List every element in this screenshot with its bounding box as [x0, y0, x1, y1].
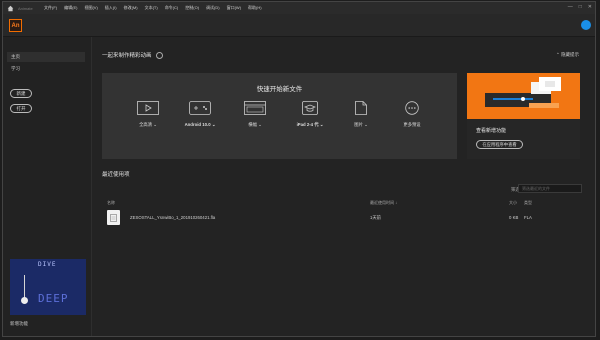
promo-stick: [24, 275, 25, 299]
menu-item-help[interactable]: 帮助(H): [248, 5, 262, 11]
preset-label: 更多预设: [403, 122, 421, 127]
menu-item-commands[interactable]: 命令(C): [165, 5, 179, 11]
preset-image[interactable]: 图片 ⌄: [341, 101, 381, 128]
promo-text-dive: DIVE: [38, 261, 57, 268]
menu-item-file[interactable]: 文件(F): [44, 5, 57, 11]
menu-item-window[interactable]: 窗口(W): [227, 5, 241, 11]
sort-down-icon: ↓: [395, 200, 398, 205]
column-header-opened-label: 最近使用时间: [370, 200, 394, 205]
menu-item-modify[interactable]: 修改(M): [124, 5, 138, 11]
close-icon[interactable]: ✕: [588, 4, 592, 10]
chevron-up-icon: ⌃: [555, 52, 560, 57]
file-size: 0 KB: [509, 215, 519, 220]
app-window: Animate 文件(F) 编辑(E) 视图(V) 插入(I) 修改(M) 文本…: [2, 1, 596, 337]
new-features-label[interactable]: 新增功能: [10, 321, 28, 327]
menu-item-debug[interactable]: 调试(D): [206, 5, 220, 11]
quickstart-title: 快速开始新文件: [256, 86, 303, 93]
app-name: Animate: [18, 5, 33, 11]
minimize-icon[interactable]: —: [568, 4, 573, 10]
chevron-down-icon: ⌄: [211, 122, 216, 127]
menu-item-view[interactable]: 视图(V): [84, 5, 97, 11]
window-controls: — □ ✕: [568, 4, 592, 10]
more-dots-icon: [392, 101, 432, 115]
preset-label: Android 10.0: [184, 122, 211, 127]
hide-tips-label: 隐藏提示: [561, 52, 579, 57]
chevron-down-icon: ⌄: [319, 122, 324, 127]
search-icon[interactable]: [581, 20, 591, 30]
new-button[interactable]: 新建: [10, 89, 32, 98]
section-title-text: 一起来制作精彩动画: [102, 53, 152, 59]
hide-tips-toggle[interactable]: ⌃ 隐藏提示: [556, 52, 579, 58]
open-button[interactable]: 打开: [10, 104, 32, 113]
home-icon[interactable]: [6, 4, 14, 12]
promo-text-deep: DEEP: [38, 292, 69, 305]
column-header-size[interactable]: 大小: [509, 200, 517, 206]
chevron-down-icon: ⌄: [364, 122, 368, 127]
menu-item-edit[interactable]: 编辑(E): [64, 5, 77, 11]
filter-input[interactable]: 筛选最近的文件: [518, 184, 582, 193]
sidebar-item-home[interactable]: 主页: [7, 52, 85, 62]
menu-item-insert[interactable]: 插入(I): [105, 5, 117, 11]
main-content: 一起来制作精彩动画 ⌃ 隐藏提示 快速开始新文件 全高清 ⌄ Android 1…: [92, 37, 595, 336]
menu-item-control[interactable]: 控制(O): [185, 5, 199, 11]
preset-label: 全高清: [139, 122, 153, 127]
recent-title: 最近使用项: [102, 172, 130, 178]
document-icon: [341, 101, 381, 115]
whats-new-title: 查看新增功能: [476, 128, 507, 134]
promo-image[interactable]: DIVE DEEP: [10, 259, 86, 315]
preset-label: 图片: [354, 122, 363, 127]
table-row[interactable]: ZESOSTALL_YsnwiBo_1_201910260421.fla 1天前…: [102, 208, 582, 228]
whats-new-card: 查看新增功能 在应用程序中查看: [467, 73, 580, 159]
maximize-icon[interactable]: □: [579, 4, 582, 10]
chevron-down-icon: ⌄: [153, 122, 157, 127]
info-icon[interactable]: [156, 52, 164, 60]
graduation-cap-icon: [290, 101, 330, 115]
view-in-app-button[interactable]: 在应用程序中查看: [476, 140, 523, 149]
preset-banner[interactable]: 横幅 ⌄: [235, 101, 275, 128]
column-header-name[interactable]: 名称: [107, 200, 115, 206]
app-toolbar: An: [3, 14, 595, 37]
preset-label: iPad 2-4 代: [296, 122, 319, 127]
browser-window-icon: [235, 101, 275, 115]
preset-ipad[interactable]: iPad 2-4 代 ⌄: [290, 101, 330, 128]
preset-label: 横幅: [248, 122, 257, 127]
file-type: FLA: [524, 215, 532, 220]
promo-ball: [21, 297, 28, 304]
gamepad-icon: [180, 101, 220, 115]
animate-logo: An: [9, 19, 22, 32]
file-name: ZESOSTALL_YsnwiBo_1_201910260421.fla: [130, 215, 216, 220]
fla-file-icon: [107, 210, 120, 225]
menu-bar: Animate 文件(F) 编辑(E) 视图(V) 插入(I) 修改(M) 文本…: [3, 2, 595, 14]
preset-full-hd[interactable]: 全高清 ⌄: [128, 101, 168, 128]
file-opened: 1天前: [370, 215, 381, 220]
preset-android[interactable]: Android 10.0 ⌄: [180, 101, 220, 128]
sidebar: 主页 学习 新建 打开 DIVE DEEP 新增功能: [3, 37, 92, 336]
quickstart-panel: 快速开始新文件 全高清 ⌄ Android 10.0 ⌄ 横幅 ⌄ iPad 2…: [102, 73, 457, 159]
section-title: 一起来制作精彩动画: [102, 51, 164, 60]
column-header-type[interactable]: 类型: [524, 200, 532, 206]
play-screen-icon: [128, 101, 168, 115]
sidebar-item-learn[interactable]: 学习: [11, 66, 20, 72]
preset-more[interactable]: 更多预设: [392, 101, 432, 128]
menu-item-text[interactable]: 文本(T): [145, 5, 158, 11]
chevron-down-icon: ⌄: [258, 122, 262, 127]
column-header-opened[interactable]: 最近使用时间 ↓: [370, 200, 397, 206]
whats-new-hero-image: [467, 73, 580, 119]
